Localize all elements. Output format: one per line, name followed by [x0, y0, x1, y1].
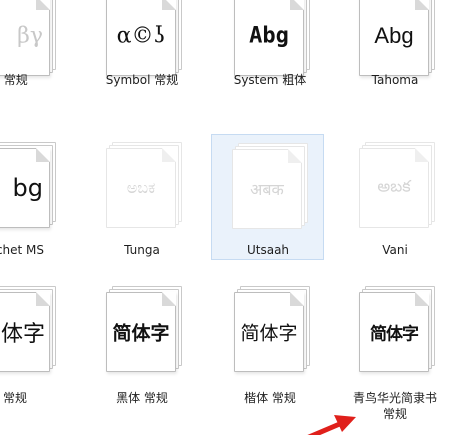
font-tile-partial-cjk[interactable]: 体字 常规	[0, 286, 78, 426]
font-preview: α©ʖ	[116, 23, 166, 49]
font-file-icon: 简体字	[106, 286, 182, 372]
font-folder-view: βγ n 常规 α©ʖ Symbol 常规 Abg System 粗体	[0, 0, 473, 435]
font-preview: 简体字	[240, 322, 298, 345]
font-tile-partial-greek[interactable]: βγ n 常规	[0, 0, 78, 100]
font-tile-label: 常规	[2, 391, 27, 405]
font-tile-label: Tahoma	[371, 73, 419, 87]
font-preview: अबक	[250, 180, 284, 199]
font-tile-system[interactable]: Abg System 粗体	[210, 0, 330, 100]
font-file-icon: 体字	[0, 286, 56, 372]
font-tile-tahoma[interactable]: Abg Tahoma	[335, 0, 455, 100]
font-tile-label: Tunga	[124, 243, 160, 257]
font-preview: అబక	[377, 176, 411, 196]
font-preview: Abg	[249, 23, 289, 49]
font-tile-label: Utsaah	[246, 243, 290, 257]
annotation-arrow-icon	[307, 415, 356, 435]
font-file-icon: 简体字	[359, 286, 435, 372]
font-file-icon: α©ʖ	[106, 0, 182, 76]
font-preview: ಅಬಕ	[126, 178, 156, 197]
font-file-icon: 简体字	[234, 286, 310, 372]
font-file-icon: Abg	[234, 0, 310, 76]
font-tile-symbol[interactable]: α©ʖ Symbol 常规	[82, 0, 202, 100]
font-tile-label: System 粗体	[233, 73, 307, 87]
font-tile-label: chet MS	[0, 243, 45, 257]
font-preview: βγ	[17, 23, 43, 49]
font-preview: Abg	[374, 23, 414, 48]
font-file-icon: अबक	[232, 143, 308, 229]
font-tile-label: Symbol 常规	[105, 73, 179, 87]
font-tile-label: Vani	[382, 243, 408, 257]
font-tile-label: 黑体 常规	[116, 391, 168, 405]
font-file-icon: Abg	[359, 0, 435, 76]
font-tile-tunga[interactable]: ಅಬಕ Tunga	[82, 134, 202, 260]
font-preview: 简体字	[370, 324, 419, 345]
font-file-icon: bg	[0, 142, 56, 228]
font-file-icon: βγ	[0, 0, 56, 76]
arrow-shaft	[307, 420, 345, 435]
font-preview: 简体字	[112, 322, 170, 345]
font-tile-vani[interactable]: అబక Vani	[335, 134, 455, 260]
font-tile-heiti[interactable]: 简体字 黑体 常规	[82, 286, 202, 426]
font-preview: bg	[12, 174, 43, 202]
font-tile-label: n 常规	[0, 73, 28, 87]
font-tile-utsaah[interactable]: अबक Utsaah	[211, 134, 324, 260]
font-tile-partial-trebuchet[interactable]: bg chet MS	[0, 134, 78, 260]
font-file-icon: ಅಬಕ	[106, 142, 182, 228]
font-preview: 体字	[0, 322, 45, 347]
font-file-icon: అబక	[359, 142, 435, 228]
